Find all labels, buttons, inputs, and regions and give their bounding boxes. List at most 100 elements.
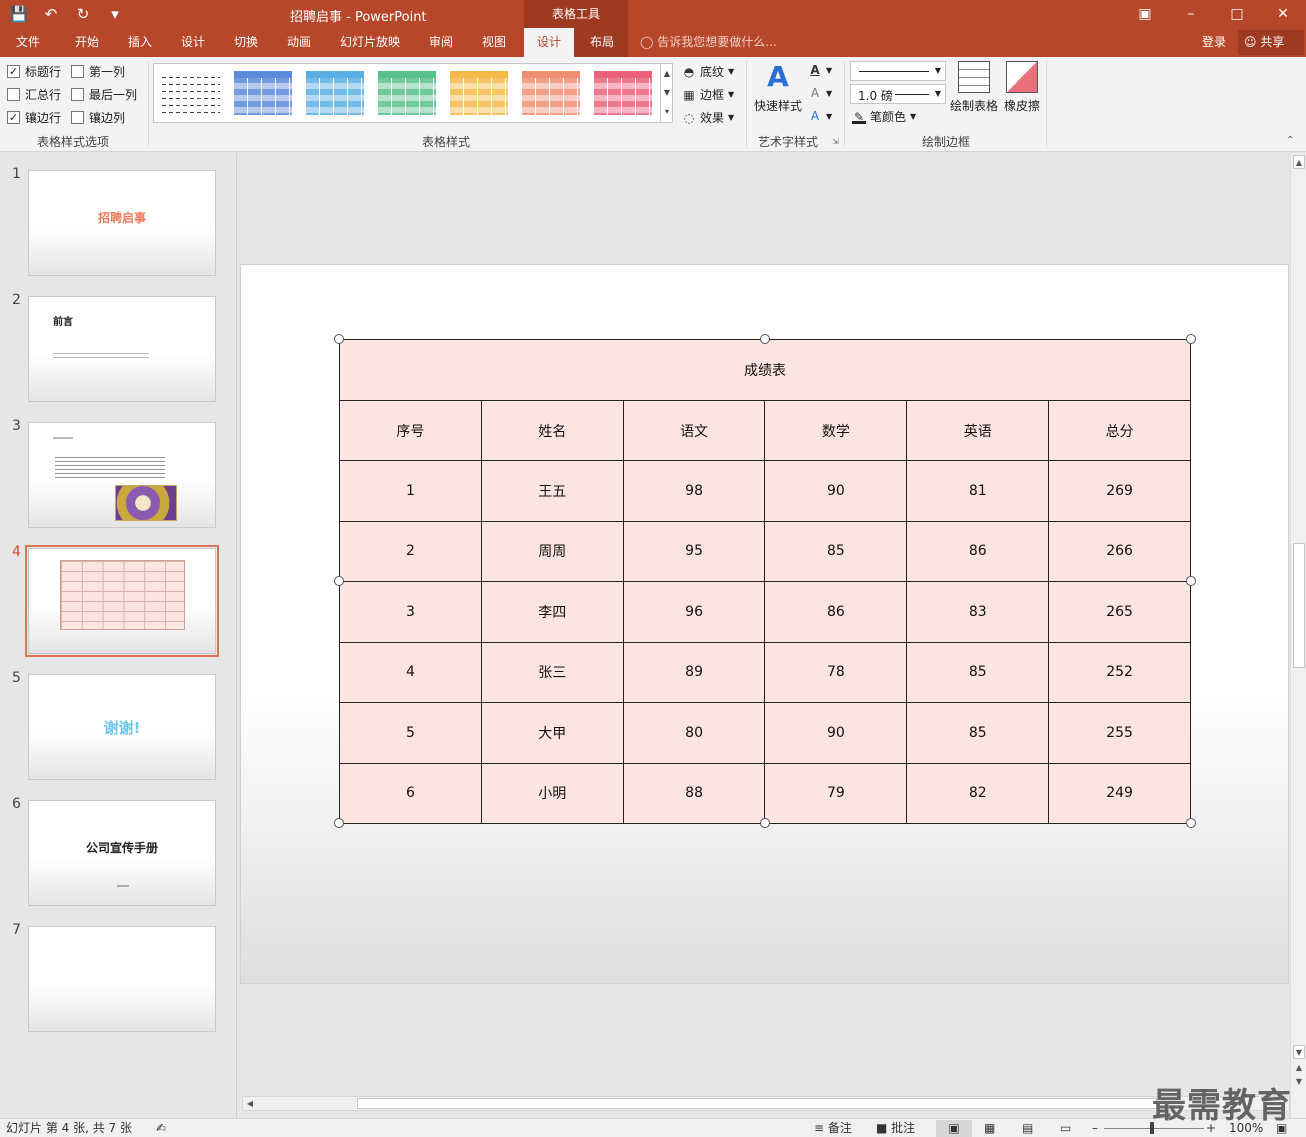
- slideshow-view-icon[interactable]: ▭: [1060, 1120, 1071, 1137]
- save-icon[interactable]: 💾: [8, 3, 30, 25]
- table-cell[interactable]: 82: [906, 762, 1050, 824]
- table-cell[interactable]: 1: [339, 460, 482, 522]
- table-cell[interactable]: 269: [1048, 460, 1191, 522]
- vertical-scroll-thumb[interactable]: [1293, 543, 1305, 668]
- table-style-swatch[interactable]: [522, 71, 580, 115]
- spell-check-icon[interactable]: ✍: [156, 1120, 166, 1137]
- normal-view-icon[interactable]: ▣: [936, 1120, 972, 1137]
- slide-thumbnail-6[interactable]: 公司宣传手册: [28, 800, 216, 906]
- gallery-down-icon[interactable]: ▼: [660, 83, 673, 102]
- ribbon-display-icon[interactable]: ▣: [1122, 0, 1168, 28]
- resize-handle[interactable]: [1186, 818, 1196, 828]
- collapse-ribbon-icon[interactable]: ⌃: [1286, 135, 1294, 146]
- resize-handle[interactable]: [760, 334, 770, 344]
- quick-styles-button[interactable]: A 快速样式: [752, 61, 804, 114]
- slide-thumbnail-3[interactable]: [28, 422, 216, 528]
- pen-color-button[interactable]: ✎ 笔颜色 ▼: [852, 108, 916, 125]
- slide-thumbnail-2[interactable]: 前言: [28, 296, 216, 402]
- tab-review[interactable]: 审阅: [416, 28, 466, 57]
- banded-columns-checkbox[interactable]: 镶边列: [71, 109, 125, 126]
- table-cell[interactable]: 周周: [480, 520, 624, 582]
- table-cell[interactable]: 98: [622, 460, 766, 522]
- scroll-left-icon[interactable]: ◀: [244, 1098, 256, 1109]
- table-cell[interactable]: 249: [1048, 762, 1191, 824]
- redo-icon[interactable]: ↻: [72, 3, 94, 25]
- first-column-checkbox[interactable]: 第一列: [71, 63, 125, 80]
- dialog-launcher-icon[interactable]: ⇲: [832, 137, 839, 146]
- table-cell[interactable]: 80: [622, 702, 766, 764]
- horizontal-scrollbar[interactable]: ◀: [242, 1096, 1290, 1111]
- tab-design[interactable]: 设计: [168, 28, 218, 57]
- tab-home[interactable]: 开始: [62, 28, 112, 57]
- next-slide-icon[interactable]: ▼: [1293, 1075, 1305, 1089]
- text-effects-button[interactable]: A ▼: [808, 109, 832, 123]
- table-cell[interactable]: 88: [622, 762, 766, 824]
- resize-handle[interactable]: [334, 334, 344, 344]
- table-cell[interactable]: 86: [764, 581, 908, 643]
- table-cell[interactable]: 大甲: [480, 702, 624, 764]
- table-header-cell[interactable]: 总分: [1048, 400, 1191, 461]
- table-cell[interactable]: 4: [339, 641, 482, 703]
- tell-me-search[interactable]: ◯ 告诉我您想要做什么...: [640, 28, 777, 57]
- slide-thumbnail-1[interactable]: 招聘启事: [28, 170, 216, 276]
- pen-weight-dropdown[interactable]: 1.0 磅 ▼: [850, 84, 946, 104]
- table-cell[interactable]: 89: [622, 641, 766, 703]
- reading-view-icon[interactable]: ▤: [1022, 1120, 1033, 1137]
- table-style-swatch[interactable]: [234, 71, 292, 115]
- borders-button[interactable]: ▦ 边框 ▼: [682, 86, 734, 103]
- zoom-slider[interactable]: [1104, 1128, 1204, 1129]
- login-link[interactable]: 登录: [1202, 28, 1226, 57]
- maximize-icon[interactable]: □: [1214, 0, 1260, 28]
- table-cell[interactable]: 2: [339, 520, 482, 582]
- tab-table-layout[interactable]: 布局: [577, 28, 627, 57]
- slide-thumbnail-panel[interactable]: 1 招聘启事 2 前言 3 4 5 谢谢! 6 公司宣传手册 7: [0, 153, 237, 1118]
- shading-button[interactable]: ◓ 底纹 ▼: [682, 63, 734, 80]
- eraser-button[interactable]: 橡皮擦: [1002, 61, 1042, 114]
- pen-style-dropdown[interactable]: ▼: [850, 61, 946, 81]
- table-cell[interactable]: 90: [764, 460, 908, 522]
- table-cell[interactable]: 252: [1048, 641, 1191, 703]
- table-header-cell[interactable]: 序号: [339, 400, 482, 461]
- resize-handle[interactable]: [1186, 576, 1196, 586]
- table-cell[interactable]: 86: [906, 520, 1050, 582]
- notes-button[interactable]: ≡ 备注: [814, 1120, 852, 1137]
- table-cell[interactable]: 小明: [480, 762, 624, 824]
- resize-handle[interactable]: [334, 818, 344, 828]
- tab-slideshow[interactable]: 幻灯片放映: [330, 28, 410, 57]
- text-fill-button[interactable]: A ▼: [808, 63, 832, 77]
- table-cell[interactable]: 85: [906, 641, 1050, 703]
- table-cell[interactable]: 266: [1048, 520, 1191, 582]
- table-cell[interactable]: 255: [1048, 702, 1191, 764]
- table-caption[interactable]: 成绩表: [339, 339, 1191, 401]
- minimize-icon[interactable]: –: [1168, 0, 1214, 28]
- table-cell[interactable]: 85: [906, 702, 1050, 764]
- table-cell[interactable]: 95: [622, 520, 766, 582]
- tab-file[interactable]: 文件: [0, 28, 56, 57]
- resize-handle[interactable]: [1186, 334, 1196, 344]
- tab-animations[interactable]: 动画: [274, 28, 324, 57]
- slide-sorter-icon[interactable]: ▦: [984, 1120, 995, 1137]
- resize-handle[interactable]: [334, 576, 344, 586]
- share-button[interactable]: ☺ 共享: [1238, 30, 1304, 55]
- table-cell[interactable]: 3: [339, 581, 482, 643]
- slide-thumbnail-7[interactable]: [28, 926, 216, 1032]
- total-row-checkbox[interactable]: 汇总行: [7, 86, 61, 103]
- header-row-checkbox[interactable]: ✓ 标题行: [7, 63, 61, 80]
- table-cell[interactable]: 78: [764, 641, 908, 703]
- table-cell[interactable]: 83: [906, 581, 1050, 643]
- table-header-cell[interactable]: 语文: [622, 400, 766, 461]
- gallery-more-icon[interactable]: ▾: [660, 102, 673, 122]
- tab-view[interactable]: 视图: [469, 28, 519, 57]
- table-cell[interactable]: 265: [1048, 581, 1191, 643]
- text-outline-button[interactable]: A ▼: [808, 86, 832, 100]
- table-style-swatch[interactable]: [162, 71, 220, 115]
- draw-table-button[interactable]: 绘制表格: [948, 61, 1000, 114]
- scroll-down-icon[interactable]: ▼: [1293, 1045, 1305, 1059]
- table-cell[interactable]: 5: [339, 702, 482, 764]
- comments-button[interactable]: ■ 批注: [876, 1120, 915, 1137]
- tab-table-design[interactable]: 设计: [524, 28, 574, 57]
- table-cell[interactable]: 81: [906, 460, 1050, 522]
- table-header-cell[interactable]: 数学: [764, 400, 908, 461]
- scroll-up-icon[interactable]: ▲: [1293, 155, 1305, 169]
- horizontal-scroll-thumb[interactable]: [357, 1098, 1157, 1109]
